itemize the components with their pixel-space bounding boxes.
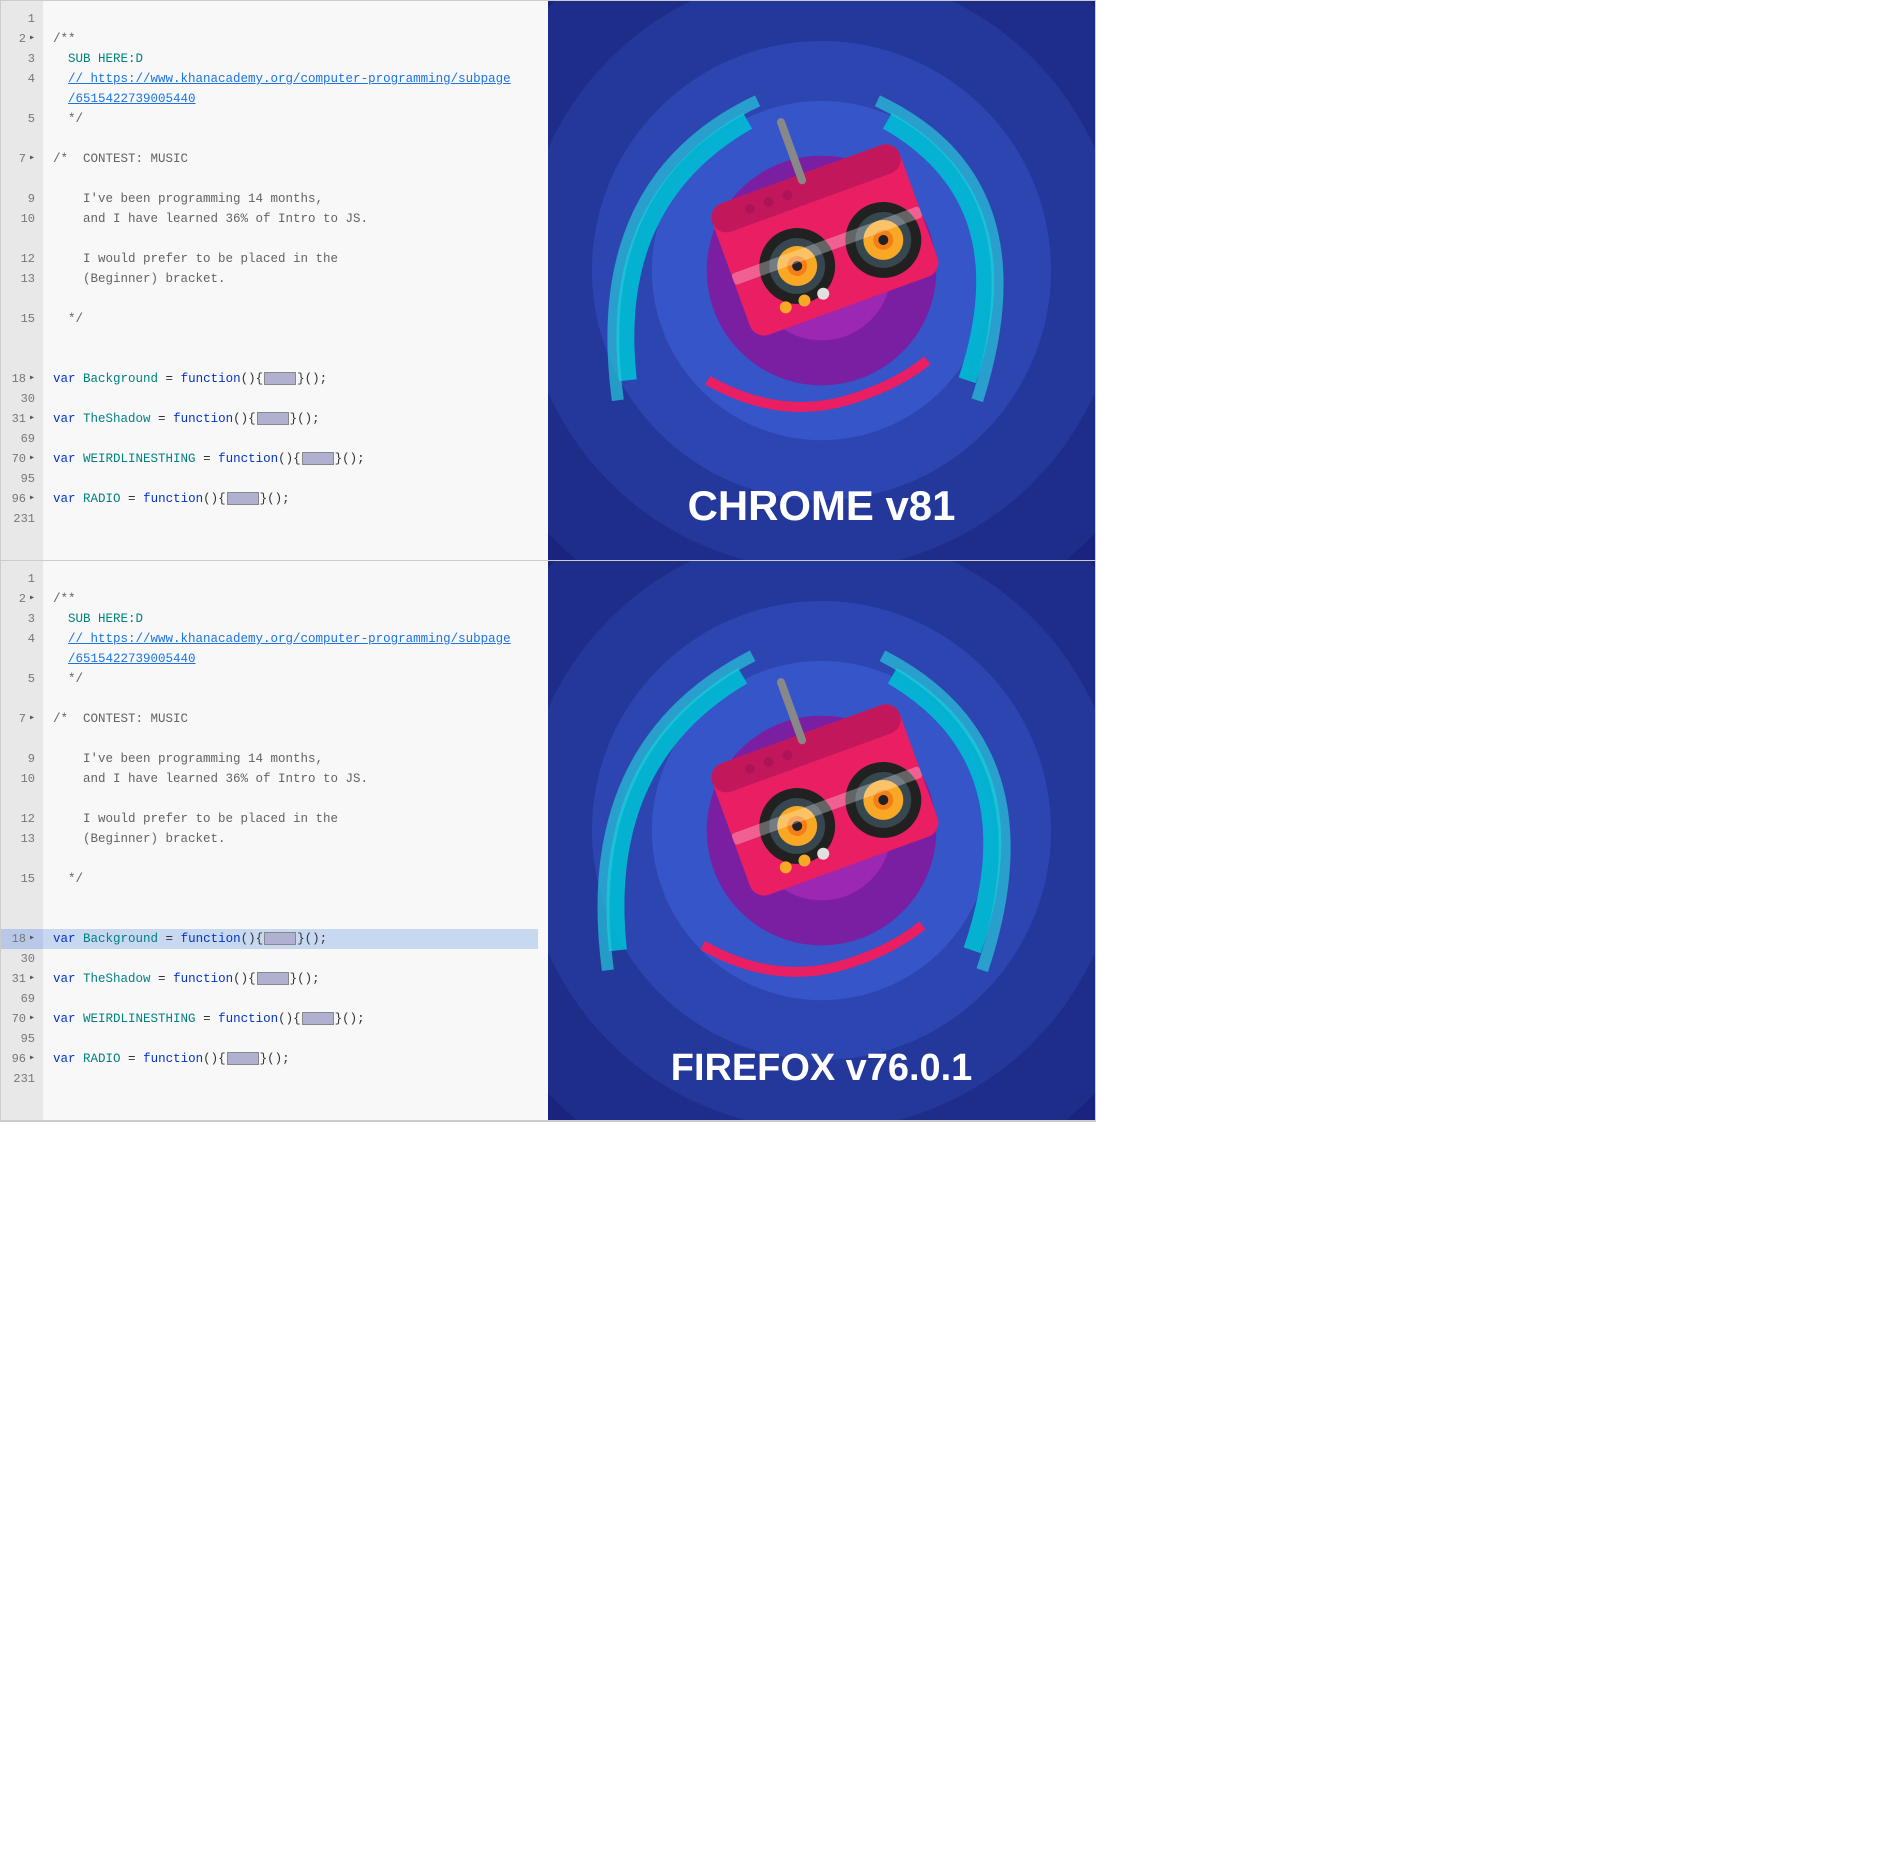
firefox-preview-svg: FIREFOX v76.0.1 [548, 561, 1095, 1120]
chrome-preview-svg: CHROME v81 [548, 1, 1095, 560]
chrome-code-lines: 1 2 3 4 5 7 9 10 12 13 15 18 30 [1, 1, 548, 560]
firefox-preview-panel: FIREFOX v76.0.1 [548, 561, 1095, 1120]
firefox-browser-label: FIREFOX v76.0.1 [671, 1047, 972, 1089]
chrome-code-content: /** SUB HERE:D // https://www.khanacadem… [43, 1, 548, 560]
chrome-panel: 1 2 3 4 5 7 9 10 12 13 15 18 30 [1, 1, 1095, 561]
firefox-code-lines: 1 2 3 4 5 7 9 10 12 13 15 18 30 [1, 561, 548, 1120]
chrome-preview-panel: CHROME v81 [548, 1, 1095, 560]
firefox-line-numbers: 1 2 3 4 5 7 9 10 12 13 15 18 30 [1, 561, 43, 1120]
chrome-code-panel: 1 2 3 4 5 7 9 10 12 13 15 18 30 [1, 1, 548, 560]
firefox-code-panel: 1 2 3 4 5 7 9 10 12 13 15 18 30 [1, 561, 548, 1120]
firefox-panel: 1 2 3 4 5 7 9 10 12 13 15 18 30 [1, 561, 1095, 1121]
chrome-browser-label: CHROME v81 [688, 482, 956, 529]
firefox-code-content: /** SUB HERE:D // https://www.khanacadem… [43, 561, 548, 1120]
chrome-line-numbers: 1 2 3 4 5 7 9 10 12 13 15 18 30 [1, 1, 43, 560]
